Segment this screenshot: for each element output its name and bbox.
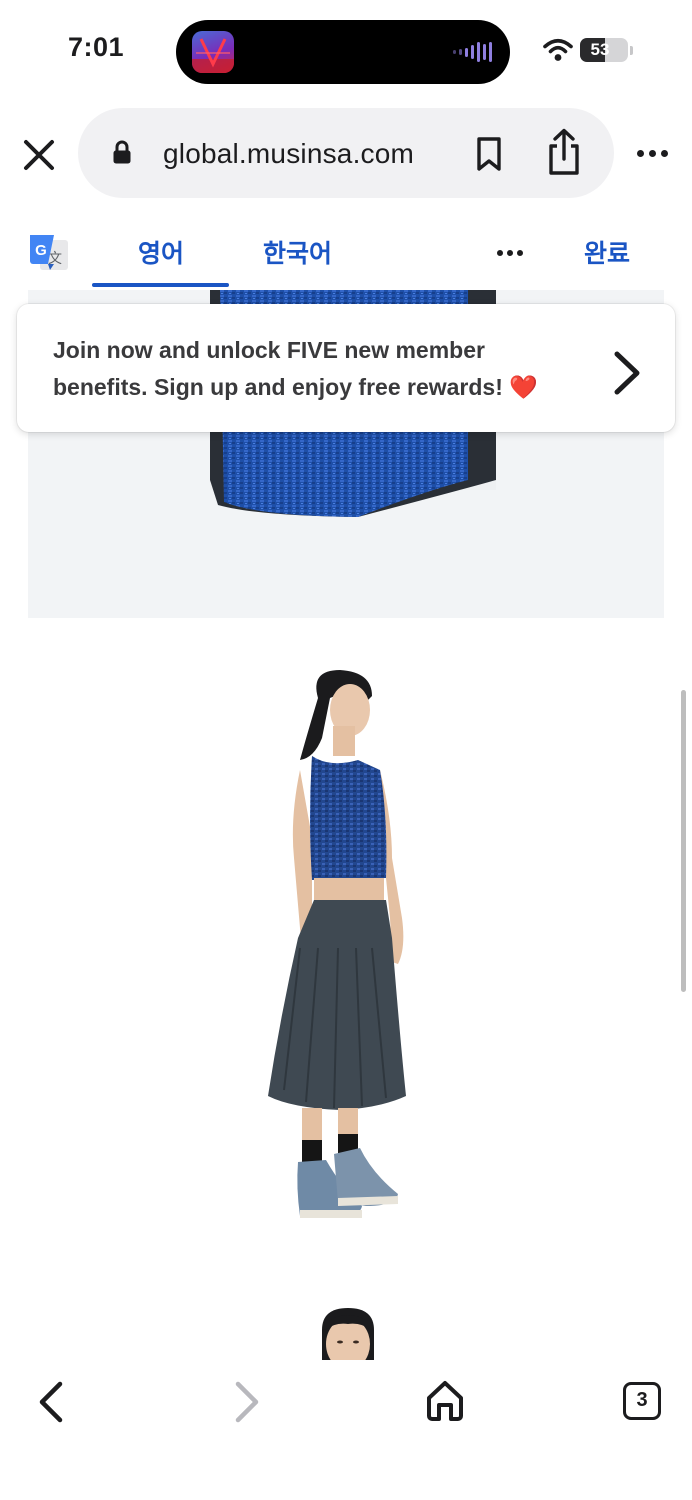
promo-line-2: benefits. Sign up and enjoy free rewards… — [53, 374, 538, 400]
forward-button[interactable] — [232, 1380, 262, 1424]
tab-language-english[interactable]: 영어 — [138, 234, 184, 270]
translate-bar: 文 G 영어 한국어 완료 — [0, 210, 692, 290]
dynamic-island[interactable] — [176, 20, 510, 84]
battery-icon: 53 — [580, 38, 628, 62]
active-tab-indicator — [92, 283, 229, 287]
done-button[interactable]: 완료 — [584, 234, 630, 270]
status-time: 7:01 — [68, 32, 125, 62]
sound-wave-icon — [453, 42, 492, 62]
v-app-icon — [192, 31, 234, 73]
home-button[interactable] — [424, 1378, 466, 1422]
promo-text: Join now and unlock FIVE new member bene… — [53, 332, 583, 406]
translate-more-button[interactable] — [497, 248, 527, 258]
scrollbar[interactable] — [681, 690, 686, 992]
google-translate-icon: 文 G — [30, 235, 68, 270]
address-bar[interactable]: global.musinsa.com — [78, 108, 614, 198]
tab-language-korean[interactable]: 한국어 — [263, 234, 332, 270]
back-button[interactable] — [36, 1380, 66, 1424]
close-button[interactable] — [20, 136, 58, 174]
share-button[interactable] — [544, 128, 584, 176]
status-bar: 7:01 53 — [0, 0, 692, 100]
promo-line-1: Join now and unlock FIVE new member — [53, 337, 485, 363]
model-full-outfit-photo — [0, 618, 692, 1360]
battery-cap — [630, 46, 633, 55]
bottom-toolbar: 3 — [0, 1360, 692, 1500]
wifi-icon — [543, 38, 573, 61]
tabs-button[interactable]: 3 — [623, 1382, 661, 1420]
browser-more-button[interactable] — [632, 138, 672, 168]
lock-icon — [113, 140, 131, 164]
svg-text:G: G — [35, 242, 47, 259]
promo-banner[interactable]: Join now and unlock FIVE new member bene… — [17, 304, 675, 432]
url-text[interactable]: global.musinsa.com — [163, 138, 414, 170]
chevron-right-icon[interactable] — [612, 350, 642, 396]
battery-level: 53 — [590, 40, 610, 59]
bookmark-button[interactable] — [474, 136, 504, 172]
